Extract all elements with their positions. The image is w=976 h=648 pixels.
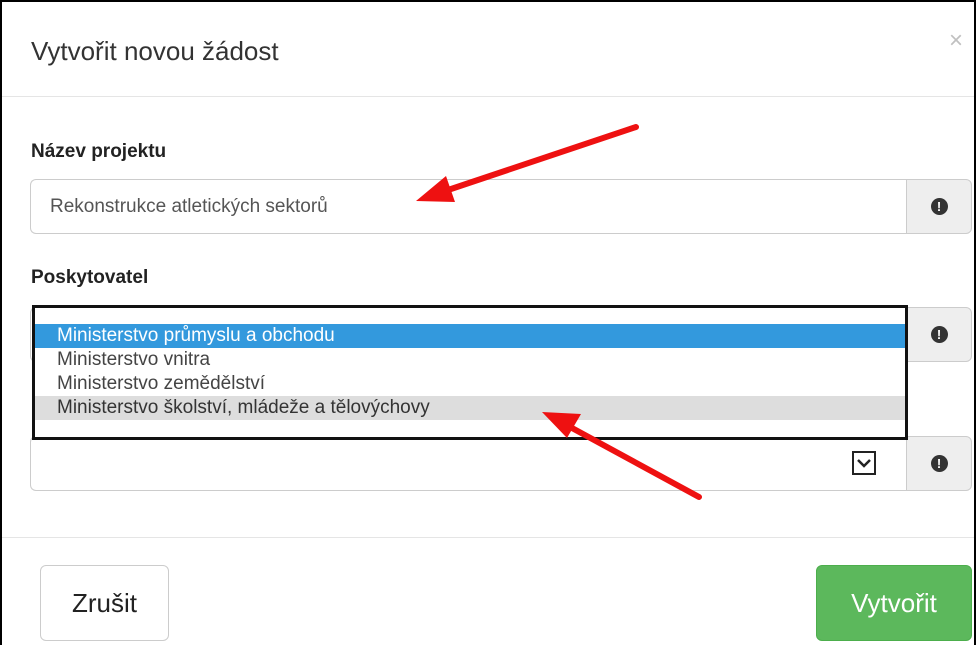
- secondary-help-addon[interactable]: !: [906, 436, 972, 491]
- close-icon[interactable]: ×: [949, 28, 963, 54]
- provider-label: Poskytovatel: [31, 267, 149, 288]
- secondary-select[interactable]: [30, 436, 906, 491]
- project-name-label: Název projektu: [31, 141, 167, 162]
- provider-option[interactable]: Ministerstvo průmyslu a obchodu: [35, 324, 905, 348]
- dialog-header: Vytvořit novou žádost ×: [2, 2, 974, 97]
- create-request-dialog: Vytvořit novou žádost × Název projektu R…: [0, 0, 976, 645]
- exclamation-circle-icon: !: [930, 326, 948, 343]
- project-name-group: Rekonstrukce atletických sektorů !: [30, 179, 972, 234]
- chevron-down-icon[interactable]: [852, 451, 876, 475]
- secondary-select-group: !: [30, 436, 972, 491]
- provider-help-addon[interactable]: !: [906, 307, 972, 362]
- cancel-button[interactable]: Zrušit: [40, 565, 169, 641]
- provider-dropdown-list[interactable]: Ministerstvo průmyslu a obchodu Minister…: [32, 305, 908, 440]
- project-name-help-addon[interactable]: !: [906, 179, 972, 234]
- project-name-input[interactable]: Rekonstrukce atletických sektorů: [30, 179, 906, 234]
- exclamation-circle-icon: !: [930, 198, 948, 215]
- create-button[interactable]: Vytvořit: [816, 565, 972, 641]
- dialog-footer: Zrušit Vytvořit: [2, 537, 974, 648]
- exclamation-circle-icon: !: [930, 455, 948, 472]
- dialog-title: Vytvořit novou žádost: [31, 36, 279, 66]
- provider-option[interactable]: Ministerstvo zemědělství: [35, 372, 905, 396]
- provider-option[interactable]: Ministerstvo vnitra: [35, 348, 905, 372]
- provider-option[interactable]: Ministerstvo školství, mládeže a tělovýc…: [35, 396, 905, 420]
